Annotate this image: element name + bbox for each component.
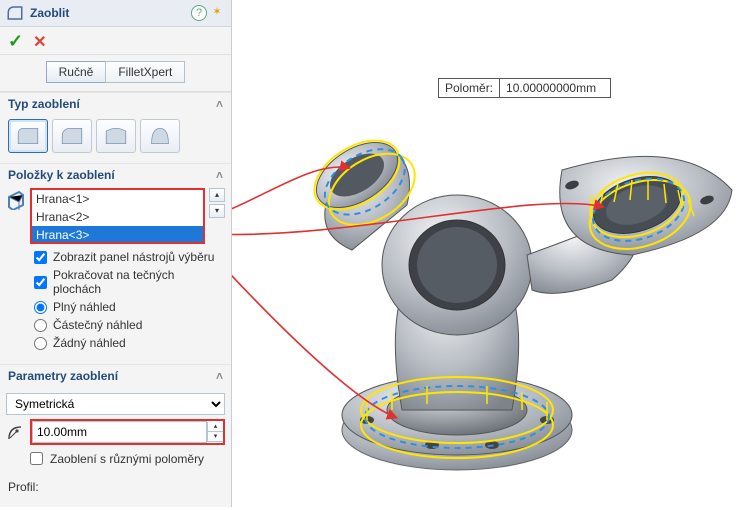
tab-filletxpert[interactable]: FilletXpert	[105, 61, 185, 83]
option-multi-radius[interactable]: Zaoblení s různými poloměry	[6, 449, 225, 468]
fillet-type-full-round[interactable]	[140, 119, 180, 153]
help-icon[interactable]: ?	[191, 5, 207, 21]
fillet-feature-icon	[6, 4, 24, 22]
radio-preview-none[interactable]	[34, 337, 47, 350]
section-params-header[interactable]: Parametry zaoblení ˄	[0, 364, 231, 385]
edge-item-1[interactable]: Hrana<1>	[32, 190, 203, 208]
section-fillet-type-label: Typ zaoblení	[8, 97, 80, 111]
option-tangent[interactable]: Pokračovat na tečných plochách	[34, 268, 221, 296]
profile-label: Profil:	[0, 478, 231, 496]
radius-callout-label: Poloměr:	[439, 79, 500, 97]
radius-callout[interactable]: Poloměr: 10.00000000mm	[438, 78, 611, 98]
fillet-type-constant[interactable]	[8, 119, 48, 153]
option-show-toolbar[interactable]: Zobrazit panel nástrojů výběru	[34, 250, 221, 264]
radius-callout-value[interactable]: 10.00000000mm	[500, 79, 610, 97]
confirm-row: ✓ ✕	[0, 27, 231, 55]
checkbox-multi-radius[interactable]	[30, 452, 43, 465]
collapse-icon: ˄	[216, 168, 223, 182]
option-preview-full[interactable]: Plný náhled	[34, 300, 221, 314]
panel-title-bar: Zaoblit ? ✶	[0, 0, 231, 27]
fillet-property-panel: Zaoblit ? ✶ ✓ ✕ Ručně FilletXpert Typ za…	[0, 0, 232, 507]
edge-item-2[interactable]: Hrana<2>	[32, 208, 203, 226]
items-block: Hrana<1> Hrana<2> Hrana<3> ▴ ▾ Zobrazit …	[0, 184, 231, 364]
radius-spin-down[interactable]: ▾	[207, 432, 223, 442]
fillet-type-row	[0, 113, 231, 163]
checkbox-show-toolbar[interactable]	[34, 251, 47, 264]
radius-input-wrap: ▴ ▾	[30, 419, 225, 445]
graphics-viewport[interactable]: Poloměr: 10.00000000mm	[232, 0, 750, 507]
profile-type-select[interactable]: Symetrická	[6, 393, 225, 415]
list-reorder-controls: ▴ ▾	[209, 188, 225, 218]
items-options: Zobrazit panel nástrojů výběru Pokračova…	[6, 244, 225, 356]
collapse-icon: ˄	[216, 97, 223, 111]
model-render	[232, 0, 750, 507]
edge-selection-icon	[6, 190, 26, 210]
radius-input[interactable]	[32, 421, 207, 443]
fillet-type-variable[interactable]	[52, 119, 92, 153]
radius-spin-up[interactable]: ▴	[207, 422, 223, 432]
params-block: Symetrická ▴ ▾ Zaoblení s různými polomě…	[0, 385, 231, 478]
mode-tabs: Ručně FilletXpert	[0, 55, 231, 92]
section-items-header[interactable]: Položky k zaoblení ˄	[0, 163, 231, 184]
ok-button[interactable]: ✓	[8, 31, 23, 52]
section-params-label: Parametry zaoblení	[8, 369, 118, 383]
cancel-button[interactable]: ✕	[33, 32, 46, 52]
radio-preview-full[interactable]	[34, 301, 47, 314]
checkbox-tangent[interactable]	[34, 276, 47, 289]
tab-manual[interactable]: Ručně	[46, 61, 106, 83]
options-icon[interactable]: ✶	[209, 5, 225, 21]
fillet-type-face[interactable]	[96, 119, 136, 153]
option-preview-partial[interactable]: Částečný náhled	[34, 318, 221, 332]
section-fillet-type-header[interactable]: Typ zaoblení ˄	[0, 92, 231, 113]
radius-icon	[6, 422, 26, 442]
radio-preview-partial[interactable]	[34, 319, 47, 332]
option-preview-none[interactable]: Žádný náhled	[34, 336, 221, 350]
edge-item-3[interactable]: Hrana<3>	[32, 226, 203, 244]
move-down-button[interactable]: ▾	[209, 204, 225, 218]
collapse-icon: ˄	[216, 369, 223, 383]
edge-selection-list[interactable]: Hrana<1> Hrana<2> Hrana<3>	[30, 188, 205, 244]
panel-title: Zaoblit	[30, 6, 189, 20]
section-items-label: Položky k zaoblení	[8, 168, 115, 182]
move-up-button[interactable]: ▴	[209, 188, 225, 202]
